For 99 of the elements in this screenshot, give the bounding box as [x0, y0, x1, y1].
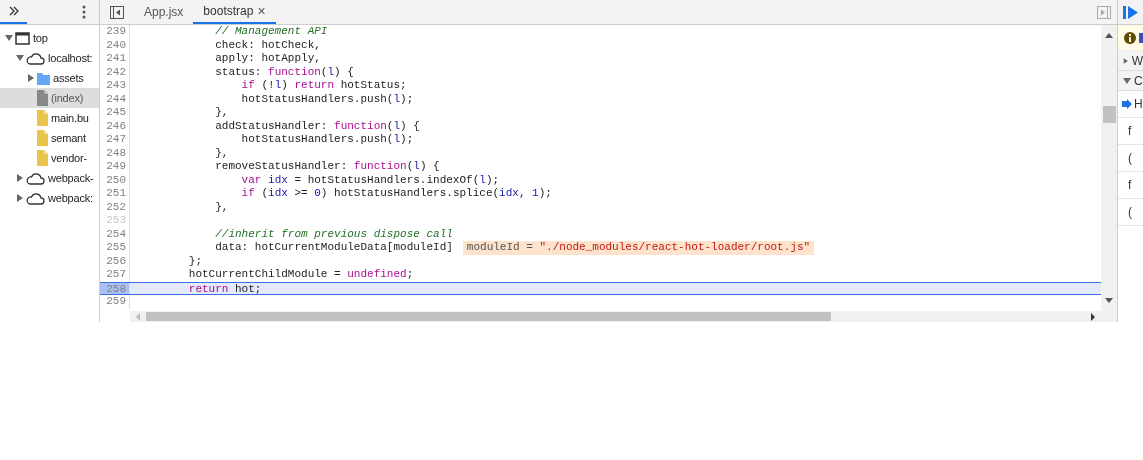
cloud-icon [26, 191, 45, 205]
file-tab[interactable]: App.jsx [134, 0, 194, 24]
line-number[interactable]: 259 [100, 295, 130, 309]
code-line: }; [187, 254, 202, 268]
tree-item-label: webpack: [48, 190, 93, 206]
collapsed-arrow-icon [16, 194, 24, 202]
code-line: removeStatusHandler: function(l) { [214, 160, 440, 174]
line-number[interactable]: 246 [100, 119, 130, 133]
line-number[interactable]: 249 [100, 160, 130, 174]
line-number[interactable]: 245 [100, 106, 130, 120]
code-line: //inherit from previous dispose call [214, 227, 453, 241]
line-number[interactable]: 244 [100, 92, 130, 106]
code-line: }, [214, 200, 229, 214]
file-tab[interactable]: bootstrap × [193, 0, 276, 24]
tree-item[interactable]: top [0, 28, 99, 48]
code-line: hotCurrentChildModule = undefined; [187, 268, 414, 282]
tree-item[interactable]: semant [0, 128, 99, 148]
inline-value: moduleId = "./node_modules/react-hot-loader/root.js" [462, 241, 815, 255]
file-icon [37, 130, 48, 146]
code-line: // Management API [214, 25, 328, 39]
line-number[interactable]: 243 [100, 79, 130, 93]
close-tab-button[interactable]: × [257, 4, 266, 18]
current-frame-arrow-icon [1122, 99, 1132, 109]
code-line: data: hotCurrentModuleData[moduleId] [214, 241, 453, 255]
line-number[interactable]: 256 [100, 254, 130, 268]
line-number[interactable]: 251 [100, 187, 130, 201]
line-number[interactable]: 240 [100, 38, 130, 52]
line-number[interactable]: 242 [100, 65, 130, 79]
code-line: hotStatusHandlers.push(l); [240, 92, 414, 106]
cloud-icon [26, 171, 45, 185]
tree-item-label: localhost: [48, 50, 93, 66]
call-frame[interactable]: H [1118, 91, 1143, 118]
line-number[interactable]: 257 [100, 268, 130, 282]
chevrons-right-icon [7, 6, 20, 16]
collapsed-arrow-icon [1123, 56, 1129, 65]
code-line: if (idx >= 0) hotStatusHandlers.splice(idx, 1); [240, 187, 552, 201]
code-line: check: hotCheck, [214, 38, 321, 52]
line-number[interactable]: 254 [100, 227, 130, 241]
scroll-down-icon [1105, 298, 1113, 303]
call-frame[interactable]: f [1118, 118, 1143, 145]
code-line: status: function(l) { [214, 65, 354, 79]
tree-item-label: semant [51, 130, 86, 146]
line-number[interactable]: 241 [100, 52, 130, 66]
expanded-arrow-icon [1123, 76, 1131, 85]
file-icon [37, 90, 48, 106]
folder-icon [37, 71, 50, 85]
sidebar-section-header[interactable]: C [1118, 71, 1143, 91]
line-number[interactable]: 258 [100, 282, 130, 294]
tree-item[interactable]: main.bu [0, 108, 99, 128]
code-line: apply: hotApply, [214, 52, 321, 66]
window-icon [15, 31, 30, 45]
tree-item[interactable]: assets [0, 68, 99, 88]
tree-item-label: assets [53, 70, 84, 86]
more-icon [82, 5, 86, 19]
vertical-scrollbar[interactable] [1101, 25, 1117, 322]
tree-item[interactable]: webpack: [0, 188, 99, 208]
scrollbar-thumb[interactable] [1102, 106, 1116, 123]
sidebar-section-header[interactable]: W [1118, 51, 1143, 71]
code-line: hotStatusHandlers.push(l); [240, 133, 414, 147]
info-icon [1124, 31, 1136, 44]
collapsed-arrow-icon [16, 174, 24, 182]
tree-item[interactable]: webpack- [0, 168, 99, 188]
file-icon [37, 150, 48, 166]
code-line: if (!l) return hotStatus; [240, 79, 407, 93]
expanded-arrow-icon [5, 34, 13, 42]
call-frame[interactable]: ( [1118, 145, 1143, 172]
line-number[interactable]: 248 [100, 146, 130, 160]
tree-item-label: webpack- [48, 170, 94, 186]
call-frame[interactable]: ( [1118, 199, 1143, 226]
tree-item[interactable]: vendor- [0, 148, 99, 168]
file-icon [37, 110, 48, 126]
expanded-arrow-icon [16, 54, 24, 62]
resume-icon[interactable] [1123, 5, 1139, 19]
line-number[interactable]: 250 [100, 173, 130, 187]
tree-item[interactable]: (index) [0, 88, 99, 108]
code-line: var idx = hotStatusHandlers.indexOf(l); [240, 173, 500, 187]
call-frame[interactable]: f [1118, 172, 1143, 199]
horizontal-scrollbar[interactable] [130, 311, 1101, 322]
code-line: }, [214, 146, 229, 160]
sidebar-toggle-icon [110, 5, 124, 19]
code-line: return hot; [187, 282, 262, 294]
cloud-icon [26, 51, 45, 65]
line-number[interactable]: 247 [100, 133, 130, 147]
code-line: }, [214, 106, 229, 120]
scroll-right-icon [1090, 312, 1096, 321]
tree-item-label: main.bu [51, 110, 89, 126]
line-number[interactable]: 252 [100, 200, 130, 214]
collapsed-arrow-icon [27, 74, 35, 82]
tree-item[interactable]: localhost: [0, 48, 99, 68]
tree-item-label: top [33, 30, 48, 46]
line-number[interactable]: 239 [100, 25, 130, 39]
scroll-up-icon [1105, 33, 1113, 38]
line-number[interactable]: 255 [100, 241, 130, 255]
sidebar-toggle-icon [1097, 5, 1111, 19]
code-line: addStatusHandler: function(l) { [214, 119, 420, 133]
tree-item-label: (index) [51, 90, 84, 106]
scrollbar-thumb[interactable] [146, 312, 831, 321]
tree-item-label: vendor- [51, 150, 87, 166]
scroll-left-icon [135, 312, 141, 321]
